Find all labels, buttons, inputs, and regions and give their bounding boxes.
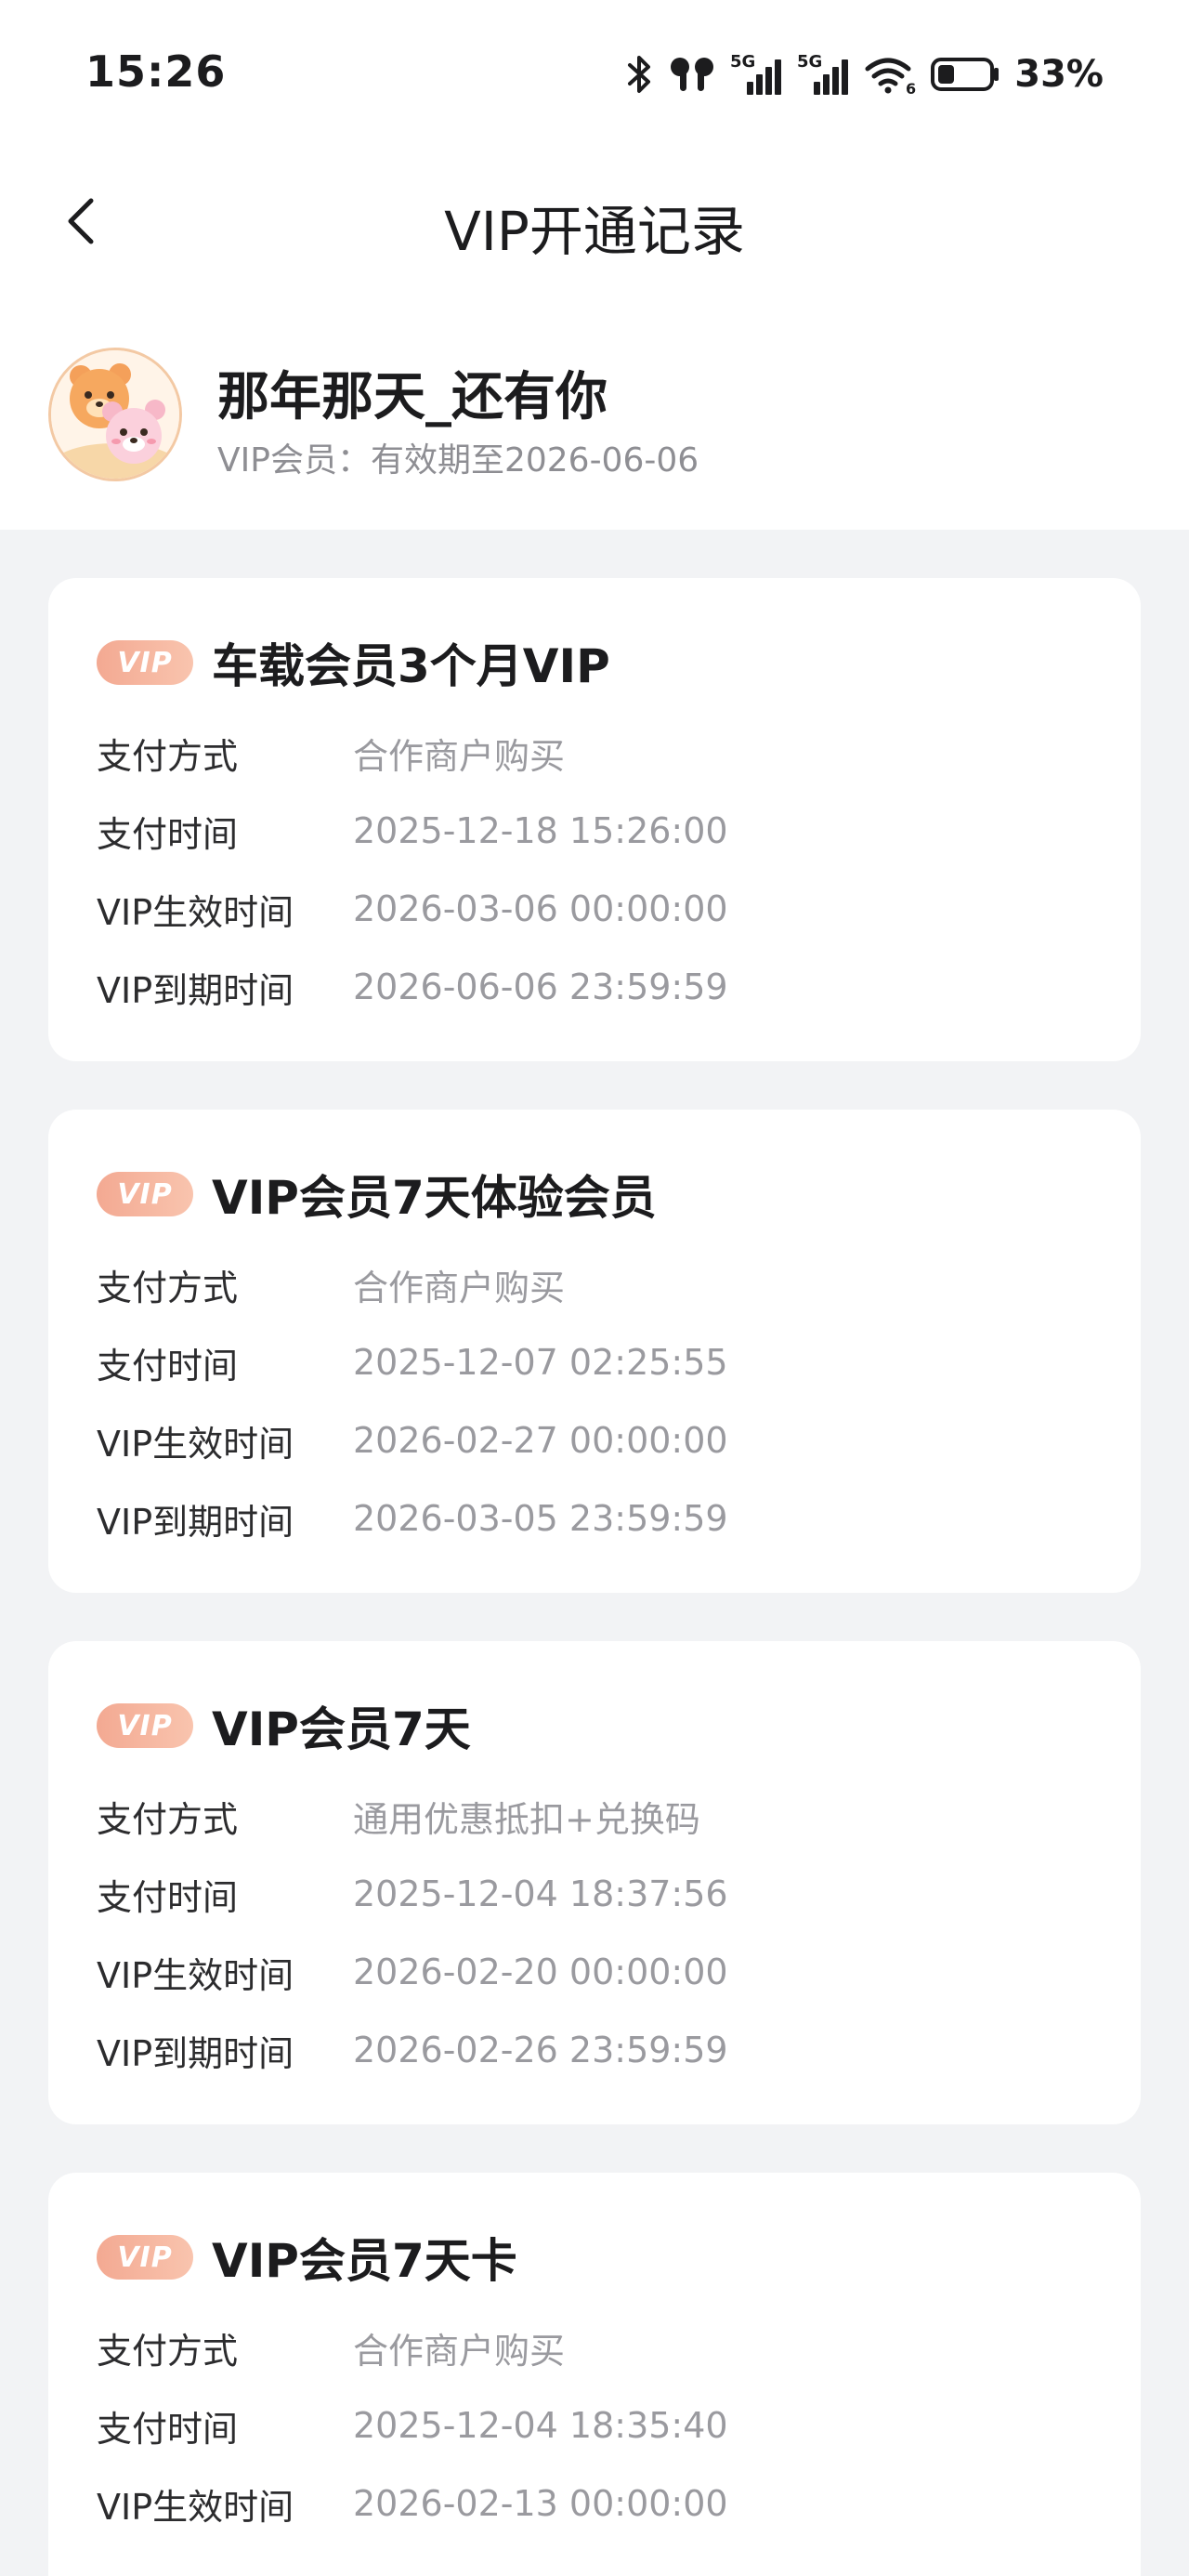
row-label: 支付方式 — [97, 1267, 239, 1308]
row-value: 2026-02-27 00:00:00 — [353, 1420, 728, 1461]
row-label: 支付方式 — [97, 2330, 239, 2372]
payment-method-row: 支付方式 合作商户购买 — [97, 2320, 565, 2375]
profile-section: 那年那天_还有你 VIP会员：有效期至2026-06-06 — [0, 307, 1189, 530]
row-value: 合作商户购买 — [353, 1267, 566, 1308]
row-value: 合作商户购买 — [353, 2330, 566, 2372]
vip-record-card: VIP VIP会员7天体验会员 支付方式 合作商户购买 支付时间 2025-12… — [48, 1110, 1141, 1593]
record-title: VIP会员7天体验会员 — [212, 1171, 657, 1225]
avatar[interactable] — [48, 348, 182, 481]
row-value: 2026-03-06 00:00:00 — [353, 888, 728, 929]
battery-level-fill — [938, 65, 955, 84]
wifi-icon: 6 — [864, 54, 918, 95]
row-value: 合作商户购买 — [353, 735, 566, 777]
row-value: 2025-12-04 18:37:56 — [353, 1873, 728, 1914]
vip-badge: VIP — [97, 1172, 193, 1216]
payment-method-row: 支付方式 合作商户购买 — [97, 725, 565, 781]
bluetooth-icon — [626, 54, 654, 95]
row-value: 2026-06-06 23:59:59 — [353, 966, 728, 1007]
vip-start-time-row: VIP生效时间 2026-02-20 00:00:00 — [97, 1944, 728, 2000]
card-header: VIP VIP会员7天 — [97, 1693, 471, 1758]
row-value: 2025-12-07 02:25:55 — [353, 1342, 728, 1383]
status-time: 15:26 — [85, 46, 227, 97]
vip-end-time-row: VIP到期时间 2026-03-05 23:59:59 — [97, 1491, 728, 1546]
cellular-signal-icon-1: 5G — [730, 52, 784, 97]
bear-avatar-icon — [51, 350, 179, 479]
row-label: 支付方式 — [97, 1798, 239, 1840]
card-header: VIP 车载会员3个月VIP — [97, 630, 610, 695]
row-label: VIP生效时间 — [97, 2486, 294, 2528]
battery-percentage: 33% — [1014, 53, 1104, 96]
record-title: VIP会员7天卡 — [212, 2234, 517, 2288]
nav-header: VIP开通记录 — [0, 139, 1189, 307]
row-label: 支付时间 — [97, 1876, 239, 1918]
earbuds-icon — [667, 54, 717, 95]
payment-time-row: 支付时间 2025-12-04 18:35:40 — [97, 2398, 728, 2453]
payment-method-row: 支付方式 合作商户购买 — [97, 1256, 565, 1312]
vip-start-time-row: VIP生效时间 2026-02-27 00:00:00 — [97, 1413, 728, 1468]
username: 那年那天_还有你 — [217, 367, 608, 427]
vip-record-card: VIP VIP会员7天 支付方式 通用优惠抵扣+兑换码 支付时间 2025-12… — [48, 1641, 1141, 2124]
payment-method-row: 支付方式 通用优惠抵扣+兑换码 — [97, 1788, 700, 1844]
row-label: VIP到期时间 — [97, 969, 294, 1011]
record-title: 车载会员3个月VIP — [212, 639, 610, 693]
status-icons: 5G 5G 6 33% — [626, 50, 1104, 99]
row-value: 2025-12-04 18:35:40 — [353, 2405, 728, 2446]
payment-time-row: 支付时间 2025-12-04 18:37:56 — [97, 1866, 728, 1922]
card-header: VIP VIP会员7天体验会员 — [97, 1162, 657, 1227]
vip-badge: VIP — [97, 1703, 193, 1748]
vip-expiry-status: VIP会员：有效期至2026-06-06 — [217, 441, 699, 480]
row-label: VIP生效时间 — [97, 891, 294, 933]
row-value: 2026-03-05 23:59:59 — [353, 1498, 728, 1539]
page-title: VIP开通记录 — [444, 200, 745, 263]
row-label: VIP到期时间 — [97, 2032, 294, 2074]
vip-badge: VIP — [97, 2235, 193, 2280]
network-type-label-1: 5G — [730, 52, 755, 72]
card-header: VIP VIP会员7天卡 — [97, 2225, 517, 2290]
row-value: 2026-02-20 00:00:00 — [353, 1952, 728, 1992]
network-type-label-2: 5G — [797, 52, 822, 72]
row-label: VIP生效时间 — [97, 1954, 294, 1996]
row-value: 通用优惠抵扣+兑换码 — [353, 1798, 700, 1840]
vip-record-card: VIP VIP会员7天卡 支付方式 合作商户购买 支付时间 2025-12-04… — [48, 2173, 1141, 2576]
row-value: 2025-12-18 15:26:00 — [353, 810, 728, 851]
row-label: VIP生效时间 — [97, 1423, 294, 1465]
vip-record-card: VIP 车载会员3个月VIP 支付方式 合作商户购买 支付时间 2025-12-… — [48, 578, 1141, 1061]
payment-time-row: 支付时间 2025-12-07 02:25:55 — [97, 1334, 728, 1390]
status-bar: 15:26 5G 5G 6 33% — [0, 0, 1189, 139]
payment-time-row: 支付时间 2025-12-18 15:26:00 — [97, 803, 728, 859]
row-label: VIP到期时间 — [97, 1501, 294, 1543]
row-label: 支付时间 — [97, 813, 239, 855]
wifi-band-label: 6 — [906, 80, 916, 95]
cellular-signal-icon-2: 5G — [797, 52, 851, 97]
vip-badge: VIP — [97, 640, 193, 685]
row-value: 2026-02-13 00:00:00 — [353, 2483, 728, 2524]
row-label: 支付方式 — [97, 735, 239, 777]
vip-start-time-row: VIP生效时间 2026-02-13 00:00:00 — [97, 2476, 728, 2531]
record-title: VIP会员7天 — [212, 1702, 471, 1756]
vip-start-time-row: VIP生效时间 2026-03-06 00:00:00 — [97, 881, 728, 937]
vip-end-time-row: VIP到期时间 2026-06-06 23:59:59 — [97, 959, 728, 1015]
row-label: 支付时间 — [97, 2408, 239, 2450]
row-value: 2026-02-26 23:59:59 — [353, 2030, 728, 2070]
row-label: 支付时间 — [97, 1345, 239, 1387]
vip-end-time-row: VIP到期时间 2026-02-26 23:59:59 — [97, 2022, 728, 2078]
battery-icon — [931, 56, 1001, 93]
